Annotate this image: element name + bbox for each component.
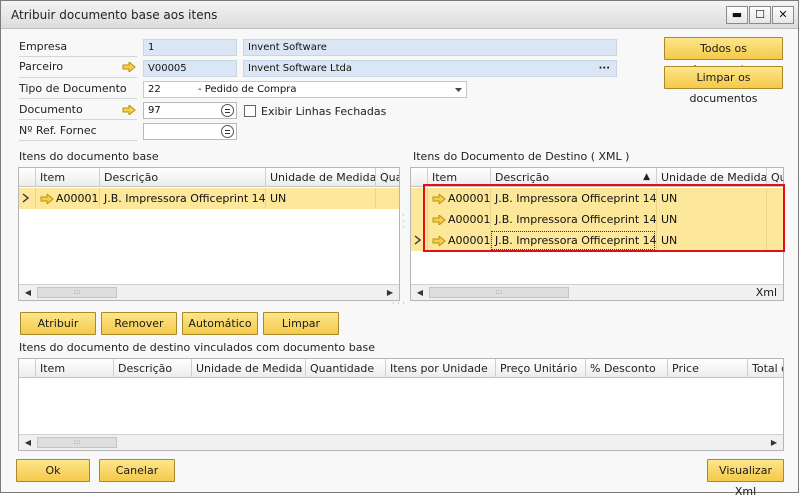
horizontal-scrollbar[interactable]: ◀ ::: ▶: [19, 284, 399, 300]
horizontal-scrollbar[interactable]: ◀ ::: Xml: [411, 284, 783, 300]
dialog-window: Atribuir documento base aos itens ▬ ☐ ✕ …: [0, 0, 799, 498]
scroll-thumb[interactable]: :::: [37, 287, 117, 298]
tipo-documento-code: 22: [148, 84, 161, 95]
row-pointer-icon: [22, 193, 30, 203]
xml-label: Xml: [755, 286, 777, 299]
row-header-corner: [19, 359, 35, 378]
link-arrow-icon[interactable]: [122, 105, 136, 115]
cell-quantidade: [375, 188, 399, 209]
more-options-icon[interactable]: ···: [599, 61, 610, 76]
visualizar-xml-button[interactable]: Visualizar Xml: [707, 459, 784, 498]
ok-button[interactable]: Ok: [16, 459, 90, 482]
documento-value: 97: [148, 105, 161, 116]
scroll-left-icon[interactable]: ◀: [21, 436, 35, 449]
cell-unidade: UN: [265, 188, 375, 209]
divider: [19, 77, 137, 78]
empresa-code-field[interactable]: 1: [143, 39, 237, 56]
chevron-down-icon: [455, 88, 462, 92]
row-pointer-icon: [414, 235, 422, 245]
column-header-price[interactable]: Price: [667, 359, 747, 378]
maximize-button[interactable]: ☐: [749, 6, 771, 24]
link-arrow-icon[interactable]: [122, 62, 136, 72]
empresa-label: Empresa: [19, 40, 68, 53]
parceiro-label: Parceiro: [19, 60, 64, 73]
tipo-documento-label: Tipo de Documento: [19, 82, 127, 95]
column-header-preco-unitario[interactable]: Preço Unitário: [495, 359, 585, 378]
list-choose-icon[interactable]: [221, 104, 234, 117]
limpar-button[interactable]: Limpar: [263, 312, 339, 335]
scroll-right-icon[interactable]: ▶: [767, 436, 781, 449]
exibir-linhas-fechadas-label: Exibir Linhas Fechadas: [261, 105, 387, 118]
link-arrow-icon[interactable]: [40, 194, 54, 204]
tipo-documento-select[interactable]: 22 - Pedido de Compra: [143, 81, 467, 98]
grid-base-title: Itens do documento base: [19, 150, 159, 163]
parceiro-name-field[interactable]: Invent Software Ltda ···: [243, 60, 617, 77]
cell-item-text: A00001: [56, 192, 99, 205]
column-header-item[interactable]: Item: [35, 359, 113, 378]
list-choose-icon[interactable]: [221, 125, 234, 138]
grid-base-header: Item Descrição Unidade de Medida Qua: [19, 168, 399, 187]
grid-destino-title: Itens do Documento de Destino ( XML ): [413, 150, 630, 163]
exibir-linhas-fechadas-checkbox[interactable]: [244, 105, 256, 117]
empresa-name-field[interactable]: Invent Software: [243, 39, 617, 56]
documento-field[interactable]: 97: [143, 102, 237, 119]
table-row[interactable]: A00001 J.B. Impressora Officeprint 1420 …: [19, 188, 399, 209]
horizontal-scrollbar[interactable]: ◀ ::: ▶: [19, 434, 783, 450]
close-button[interactable]: ✕: [772, 6, 794, 24]
highlight-box: [423, 184, 785, 252]
grid-vinculados[interactable]: Item Descrição Unidade de Medida Quantid…: [18, 358, 784, 451]
vertical-splitter[interactable]: · · ·: [402, 212, 405, 232]
remover-button[interactable]: Remover: [101, 312, 177, 335]
cancelar-button[interactable]: Canelar: [99, 459, 175, 482]
cell-item: A00001: [35, 188, 99, 209]
column-header-descricao-text: Descrição: [495, 171, 550, 184]
scroll-thumb[interactable]: :::: [37, 437, 117, 448]
cell-descricao: J.B. Impressora Officeprint 1420: [99, 188, 265, 209]
divider: [19, 98, 137, 99]
todos-documentos-button[interactable]: Todos os documentos: [664, 37, 783, 76]
row-header-corner: [19, 168, 35, 187]
column-header-descricao[interactable]: Descrição: [99, 168, 265, 187]
automatico-button[interactable]: Automático: [182, 312, 258, 335]
ref-fornec-field[interactable]: [143, 123, 237, 140]
title-bar: Atribuir documento base aos itens ▬ ☐ ✕: [1, 1, 798, 29]
divider: [19, 140, 137, 141]
minimize-button[interactable]: ▬: [726, 6, 748, 24]
documento-label: Documento: [19, 103, 83, 116]
column-header-unidade[interactable]: Unidade de Medida: [191, 359, 305, 378]
scroll-left-icon[interactable]: ◀: [21, 286, 35, 299]
column-header-total[interactable]: Total d: [747, 359, 783, 378]
column-header-unidade[interactable]: Unidade de Medida: [265, 168, 375, 187]
column-header-desconto[interactable]: % Desconto: [585, 359, 667, 378]
window-title: Atribuir documento base aos itens: [11, 8, 218, 22]
limpar-documentos-button[interactable]: Limpar os documentos: [664, 66, 783, 105]
scroll-thumb[interactable]: :::: [429, 287, 569, 298]
divider: [19, 119, 137, 120]
parceiro-code-field[interactable]: V00005: [143, 60, 237, 77]
grid-base[interactable]: Item Descrição Unidade de Medida Qua A00…: [18, 167, 400, 301]
column-header-quantidade[interactable]: Qua: [375, 168, 399, 187]
atribuir-button[interactable]: Atribuir: [20, 312, 96, 335]
divider: [19, 56, 137, 57]
grid-vinculados-header: Item Descrição Unidade de Medida Quantid…: [19, 359, 783, 378]
ref-fornec-label: Nº Ref. Fornec: [19, 124, 97, 137]
parceiro-name-text: Invent Software Ltda: [248, 63, 353, 74]
scroll-right-icon[interactable]: ▶: [383, 286, 397, 299]
column-header-itens-por-unidade[interactable]: Itens por Unidade: [385, 359, 495, 378]
grid-vinculados-title: Itens do documento de destino vinculados…: [19, 341, 375, 354]
column-header-item[interactable]: Item: [35, 168, 99, 187]
tipo-documento-value: - Pedido de Compra: [198, 84, 297, 95]
column-header-descricao[interactable]: Descrição: [113, 359, 191, 378]
column-header-quantidade[interactable]: Quantidade: [305, 359, 385, 378]
scroll-left-icon[interactable]: ◀: [413, 286, 427, 299]
horizontal-splitter[interactable]: · · ·: [392, 299, 405, 308]
